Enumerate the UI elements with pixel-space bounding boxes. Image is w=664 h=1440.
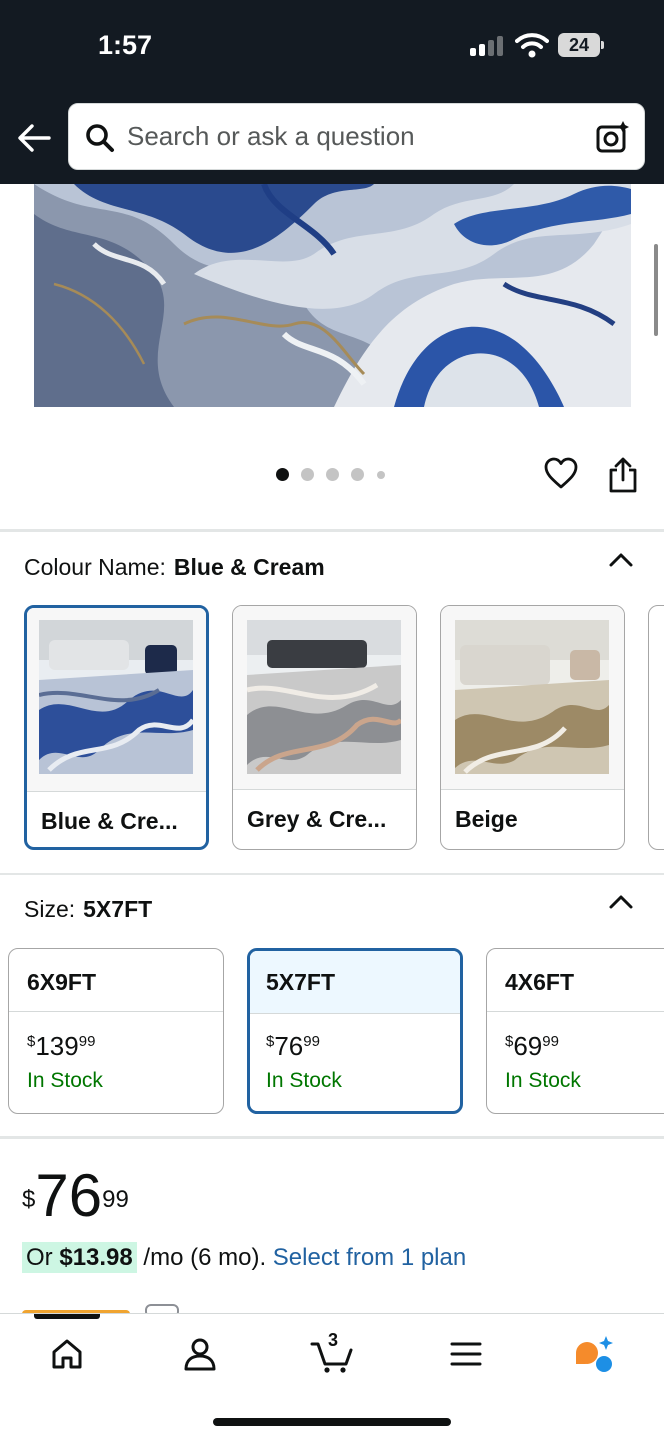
page-scrollbar[interactable]	[654, 244, 658, 336]
colour-name-heading: Colour Name: Blue & Cream	[24, 554, 325, 581]
size-selected-value: 5X7FT	[83, 896, 153, 922]
battery-icon: 24	[558, 33, 604, 57]
back-arrow-icon[interactable]	[16, 122, 52, 154]
colour-collapse-chevron-up-icon[interactable]	[608, 552, 634, 568]
colour-swatch-label: Beige	[455, 806, 518, 832]
installment-offer: Or $13.98 /mo (6 mo). Select from 1 plan	[22, 1242, 466, 1273]
cart-tab[interactable]: 3	[310, 1330, 356, 1374]
account-icon[interactable]	[180, 1334, 220, 1374]
size-option-name: 4X6FT	[505, 969, 575, 995]
rufus-assistant-icon[interactable]	[574, 1334, 614, 1374]
colour-swatch-label: Grey & Cre...	[247, 806, 387, 832]
search-icon	[86, 124, 114, 152]
size-option-4x6ft[interactable]: 4X6FT $6999 In Stock	[486, 948, 664, 1114]
installment-highlight: Or $13.98	[22, 1242, 137, 1273]
menu-icon[interactable]	[446, 1334, 486, 1374]
size-label: Size:	[24, 896, 76, 922]
product-screen: 1:57 24 Search or ask a question Colour …	[0, 0, 664, 1440]
colour-swatch-label: Blue & Cre...	[41, 808, 178, 834]
size-option-6x9ft[interactable]: 6X9FT $13999 In Stock	[8, 948, 224, 1114]
installment-term: /mo (6 mo).	[143, 1244, 267, 1271]
active-tab-indicator	[34, 1314, 100, 1319]
size-option-5x7ft[interactable]: 5X7FT $7699 In Stock	[247, 948, 463, 1114]
product-image[interactable]	[34, 184, 631, 407]
colour-selected-value: Blue & Cream	[173, 554, 325, 580]
size-heading: Size: 5X7FT	[24, 896, 152, 923]
share-icon[interactable]	[607, 456, 639, 494]
size-option-price: $6999	[505, 1031, 559, 1061]
search-bar[interactable]	[68, 103, 645, 170]
search-input[interactable]	[127, 104, 587, 169]
size-collapse-chevron-up-icon[interactable]	[608, 894, 634, 910]
camera-search-icon[interactable]	[595, 119, 631, 155]
swatch-image-wrap	[233, 606, 416, 789]
cellular-signal-icon	[470, 36, 506, 56]
swatch-image-beige	[455, 620, 609, 774]
select-plan-link[interactable]: Select from 1 plan	[273, 1244, 466, 1271]
size-option-stock: In Stock	[505, 1069, 581, 1092]
section-divider	[0, 873, 664, 875]
colour-swatch-grey-cream[interactable]: Grey & Cre...	[232, 605, 417, 850]
size-option-price: $7699	[266, 1031, 320, 1061]
bottom-navigation: 3	[0, 1313, 664, 1440]
swatch-image-wrap	[27, 608, 206, 791]
home-indicator	[213, 1418, 451, 1426]
product-price: $7699	[22, 1162, 129, 1229]
section-divider	[0, 1136, 664, 1139]
section-divider	[0, 529, 664, 532]
colour-swatch-more[interactable]	[648, 605, 664, 850]
battery-level: 24	[558, 33, 600, 57]
colour-swatch-beige[interactable]: Beige	[440, 605, 625, 850]
size-option-name: 5X7FT	[266, 969, 336, 995]
wifi-icon	[515, 33, 549, 58]
swatch-image-blue	[39, 620, 193, 774]
wishlist-heart-icon[interactable]	[544, 457, 578, 491]
size-option-stock: In Stock	[266, 1069, 342, 1092]
home-icon[interactable]	[47, 1334, 87, 1374]
status-time: 1:57	[98, 30, 153, 60]
size-option-stock: In Stock	[27, 1069, 103, 1092]
cart-count-badge: 3	[327, 1330, 338, 1350]
colour-name-label: Colour Name:	[24, 554, 166, 580]
size-option-price: $13999	[27, 1031, 96, 1061]
size-option-name: 6X9FT	[27, 969, 97, 995]
app-header: 1:57 24	[0, 0, 664, 184]
colour-swatch-blue-cream[interactable]: Blue & Cre...	[24, 605, 209, 850]
swatch-image-wrap	[441, 606, 624, 789]
swatch-image-grey	[247, 620, 401, 774]
